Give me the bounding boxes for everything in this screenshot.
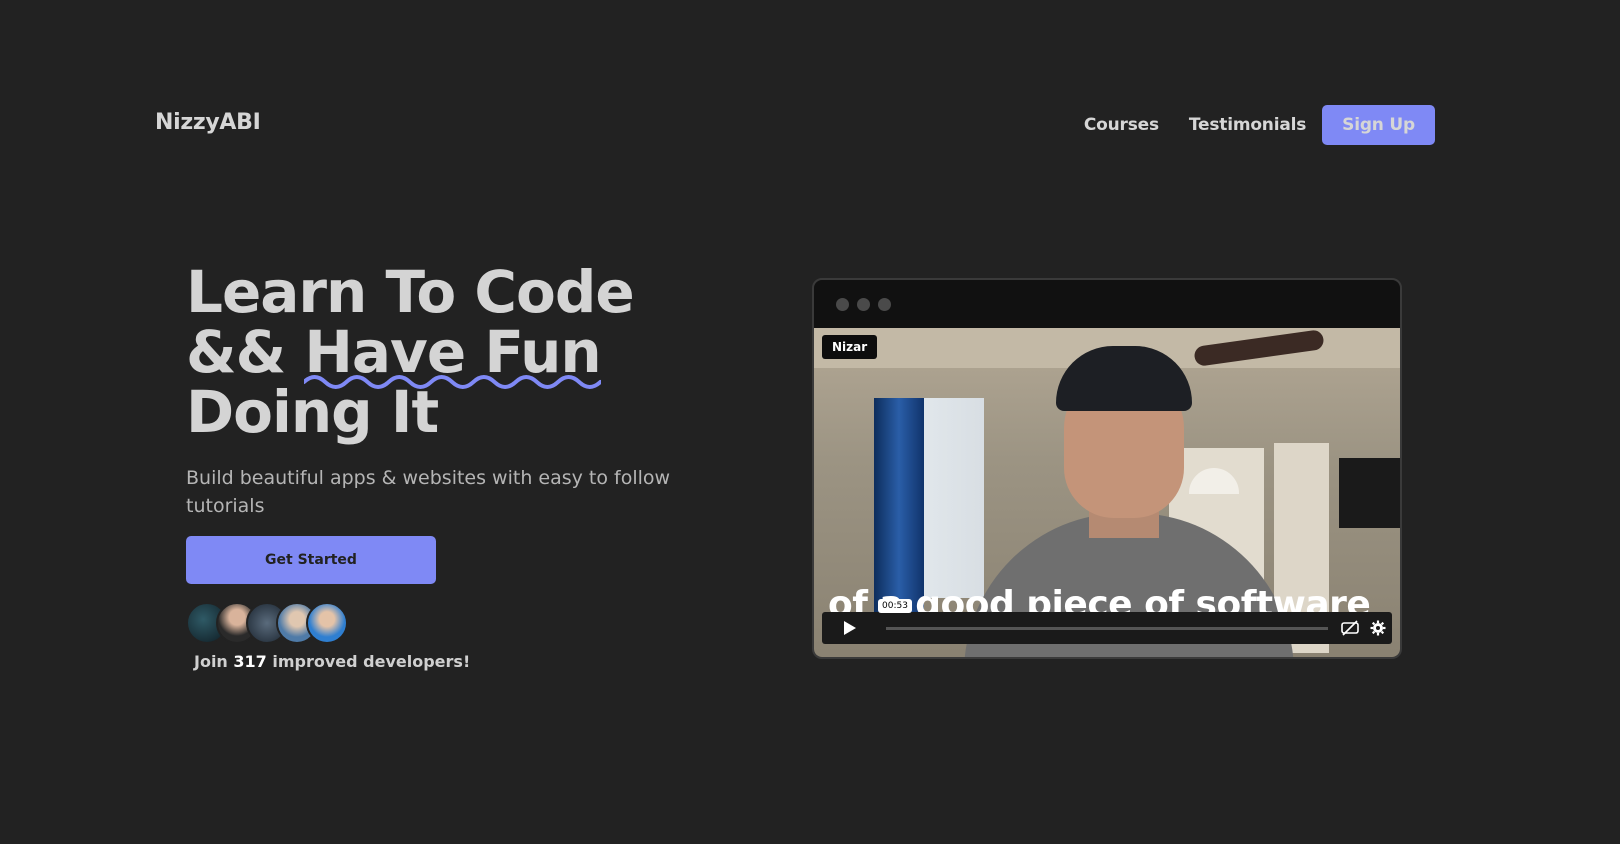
brand-logo[interactable]: NizzyABI: [155, 110, 261, 135]
avatar-stack: [186, 602, 746, 644]
video-controls: 00:53: [822, 598, 1392, 644]
window-dot: [878, 297, 891, 311]
headline-highlight: Have Fun: [304, 322, 602, 389]
join-count-text: Join 317 improved developers!: [194, 652, 746, 671]
join-prefix: Join: [194, 652, 234, 671]
hero-section: Learn To Code && Have Fun Doing It Build…: [186, 262, 746, 671]
play-icon: [844, 621, 856, 635]
headline-line-1: Learn To Code: [186, 258, 635, 326]
speaker-name-tag: Nizar: [822, 335, 878, 359]
nav-link-courses[interactable]: Courses: [1084, 115, 1159, 135]
squiggle-underline: [304, 375, 601, 389]
settings-button[interactable]: [1364, 612, 1392, 644]
gear-icon: [1370, 620, 1386, 636]
top-nav: Courses Testimonials Sign Up: [1084, 105, 1435, 145]
avatar: [306, 602, 348, 644]
window-titlebar: [814, 280, 1400, 328]
window-dot: [836, 297, 849, 311]
captions-toggle-button[interactable]: [1336, 612, 1364, 644]
headline-line-2: && Have Fun: [186, 322, 746, 389]
join-count: 317: [233, 652, 267, 671]
play-button[interactable]: [822, 612, 878, 644]
hero-headline: Learn To Code && Have Fun Doing It: [186, 262, 746, 442]
window-dot: [857, 297, 870, 311]
get-started-button[interactable]: Get Started: [186, 536, 436, 584]
time-tooltip: 00:53: [878, 598, 912, 613]
hero-subtitle: Build beautiful apps & websites with eas…: [186, 467, 671, 517]
video-player[interactable]: Nizar of a good piece of software 00:53: [814, 328, 1400, 657]
join-suffix: improved developers!: [266, 652, 471, 671]
sign-up-button[interactable]: Sign Up: [1322, 105, 1435, 145]
video-bg-tv: [1339, 458, 1400, 528]
captions-off-icon: [1341, 620, 1359, 636]
headline-prefix: &&: [186, 318, 305, 386]
nav-link-testimonials[interactable]: Testimonials: [1189, 115, 1306, 135]
video-progress-bar[interactable]: 00:53: [878, 598, 1328, 630]
video-window: Nizar of a good piece of software 00:53: [812, 278, 1402, 659]
